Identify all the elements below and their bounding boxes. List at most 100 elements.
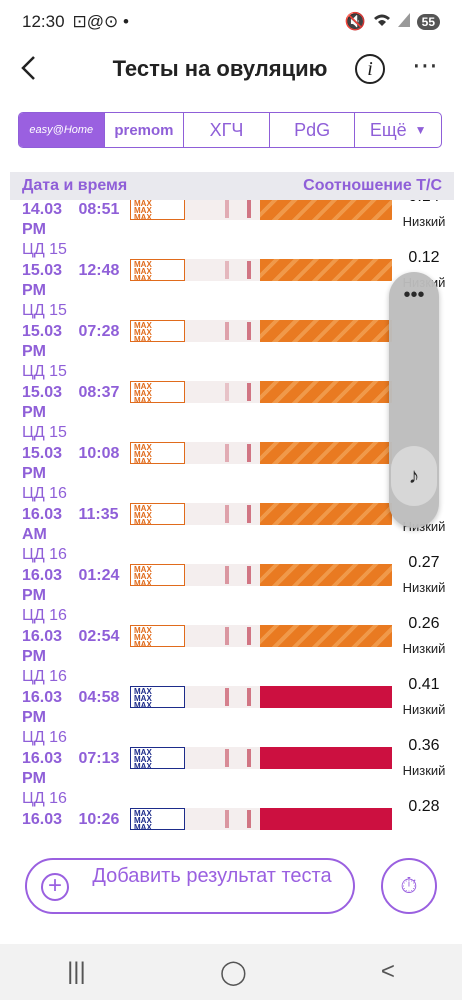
control-line bbox=[247, 627, 251, 645]
test-datetime: 14.03 08:51 PM bbox=[22, 200, 132, 240]
system-nav-bar: ||| ◯ < bbox=[0, 944, 462, 1000]
strip-body bbox=[260, 198, 392, 220]
strip-window bbox=[185, 686, 260, 708]
strip-handle: MAX MAX MAX bbox=[130, 625, 185, 647]
lh-level: Низкий bbox=[402, 641, 446, 656]
test-time: 07:28 bbox=[78, 323, 120, 340]
test-date: 16.03 bbox=[22, 811, 63, 828]
test-ampm: AM bbox=[22, 526, 47, 543]
tc-ratio: 0.41 bbox=[408, 676, 440, 693]
strip-handle: MAX MAX MAX bbox=[130, 808, 185, 830]
test-strip-image[interactable]: MAX MAX MAX bbox=[130, 381, 392, 403]
strip-window bbox=[185, 564, 260, 586]
tc-ratio: 0.27 bbox=[408, 554, 440, 571]
strip-window bbox=[185, 503, 260, 525]
control-line bbox=[247, 505, 251, 523]
test-strip-image[interactable]: MAX MAX MAX bbox=[130, 686, 392, 708]
strip-body bbox=[260, 320, 392, 342]
timer-button[interactable]: ⏱ bbox=[381, 858, 437, 914]
cycle-day: ЦД 15 bbox=[22, 241, 67, 258]
cycle-day: ЦД 15 bbox=[22, 424, 67, 441]
strip-window bbox=[185, 198, 260, 220]
add-result-label: Добавить результат теста bbox=[92, 865, 332, 887]
brand-tabs: easy@Home premom ХГЧ PdG Ещё ▼ bbox=[18, 112, 442, 148]
test-strip-image[interactable]: MAX MAX MAX bbox=[130, 198, 392, 220]
test-result-row[interactable]: ЦД 16 16.03 04:58 PM MAX MAX MAX 0.41 Низкий bbox=[0, 668, 462, 729]
lh-level: Низкий bbox=[402, 580, 446, 595]
cycle-day: ЦД 16 bbox=[22, 668, 67, 685]
caret-down-icon: ▼ bbox=[414, 123, 427, 137]
test-strip-image[interactable]: MAX MAX MAX bbox=[130, 503, 392, 525]
test-ampm: PM bbox=[22, 404, 46, 421]
tab-more[interactable]: Ещё ▼ bbox=[355, 113, 441, 147]
test-strip-image[interactable]: MAX MAX MAX bbox=[130, 442, 392, 464]
test-date: 15.03 bbox=[22, 262, 63, 279]
strip-window bbox=[185, 808, 260, 830]
strip-max-label: MAX bbox=[134, 823, 152, 831]
test-datetime: 16.03 04:58 PM bbox=[22, 688, 132, 728]
music-note-icon[interactable]: ♪ bbox=[391, 446, 437, 506]
test-line bbox=[225, 444, 229, 462]
test-datetime: 16.03 07:13 PM bbox=[22, 749, 132, 789]
tab-hcg[interactable]: ХГЧ bbox=[184, 113, 270, 147]
tab-premom[interactable]: premom bbox=[105, 113, 185, 147]
test-ampm: PM bbox=[22, 709, 46, 726]
more-options-button[interactable]: ⋯ bbox=[412, 50, 439, 81]
test-ampm: PM bbox=[22, 587, 46, 604]
test-date: 16.03 bbox=[22, 750, 63, 767]
recent-apps-icon[interactable]: ||| bbox=[67, 958, 86, 986]
back-nav-icon[interactable]: < bbox=[381, 958, 395, 986]
tab-easyhome[interactable]: easy@Home bbox=[19, 113, 105, 147]
test-result-row[interactable]: ЦД 16 16.03 02:54 PM MAX MAX MAX 0.26 Низкий bbox=[0, 607, 462, 668]
test-line bbox=[225, 200, 229, 218]
control-line bbox=[247, 322, 251, 340]
panel-more-icon[interactable]: ••• bbox=[389, 284, 439, 307]
test-line bbox=[225, 627, 229, 645]
strip-max-label: MAX bbox=[134, 213, 152, 221]
test-datetime: 16.03 11:35 AM bbox=[22, 505, 132, 545]
info-button[interactable]: i bbox=[355, 54, 385, 84]
strip-window bbox=[185, 320, 260, 342]
test-line bbox=[225, 688, 229, 706]
signal-icon bbox=[397, 12, 410, 32]
test-time: 04:58 bbox=[78, 689, 120, 706]
test-strip-image[interactable]: MAX MAX MAX bbox=[130, 747, 392, 769]
test-datetime: 16.03 02:54 PM bbox=[22, 627, 132, 667]
test-strip-image[interactable]: MAX MAX MAX bbox=[130, 259, 392, 281]
test-result-row[interactable]: ЦД 16 16.03 10:26 PM MAXMAXMAX 0.28 bbox=[0, 790, 462, 832]
strip-body bbox=[260, 381, 392, 403]
more-icon: ⋯ bbox=[412, 50, 439, 80]
strip-window bbox=[185, 747, 260, 769]
strip-window bbox=[185, 259, 260, 281]
control-line bbox=[247, 261, 251, 279]
test-line bbox=[225, 261, 229, 279]
back-button[interactable] bbox=[18, 54, 50, 86]
test-result-row[interactable]: ЦД 16 16.03 07:13 PM MAX MAX MAX 0.36 Низкий bbox=[0, 729, 462, 790]
test-strip-image[interactable]: MAX MAX MAX bbox=[130, 320, 392, 342]
page-title: Тесты на овуляцию bbox=[112, 56, 328, 81]
plus-icon: + bbox=[41, 873, 69, 901]
control-line bbox=[247, 749, 251, 767]
test-ampm: PM bbox=[22, 770, 46, 787]
strip-handle: MAX MAX MAX bbox=[130, 259, 185, 281]
tab-pdg[interactable]: PdG bbox=[270, 113, 356, 147]
column-datetime: Дата и время bbox=[22, 177, 128, 194]
cycle-day: ЦД 16 bbox=[22, 546, 67, 563]
home-icon[interactable]: ◯ bbox=[220, 958, 247, 987]
strip-max-label: MAX bbox=[134, 640, 152, 648]
strip-handle: MAX MAX MAX bbox=[130, 747, 185, 769]
strip-max-label: MAX bbox=[134, 396, 152, 404]
test-line bbox=[225, 383, 229, 401]
test-date: 16.03 bbox=[22, 567, 63, 584]
test-ampm: PM bbox=[22, 831, 46, 832]
add-result-button[interactable]: + Добавить результат теста bbox=[25, 858, 355, 914]
test-strip-image[interactable]: MAX MAX MAX bbox=[130, 808, 392, 830]
test-result-row[interactable]: ЦД 16 16.03 01:24 PM MAX MAX MAX 0.27 Низкий bbox=[0, 546, 462, 607]
floating-side-panel[interactable]: ••• ♪ bbox=[389, 272, 439, 528]
test-date: 15.03 bbox=[22, 323, 63, 340]
test-strip-image[interactable]: MAX MAX MAX bbox=[130, 625, 392, 647]
strip-handle: MAX MAX MAX bbox=[130, 381, 185, 403]
test-strip-image[interactable]: MAX MAX MAX bbox=[130, 564, 392, 586]
strip-max-label: MAX bbox=[134, 579, 152, 587]
test-time: 11:35 bbox=[78, 506, 119, 523]
